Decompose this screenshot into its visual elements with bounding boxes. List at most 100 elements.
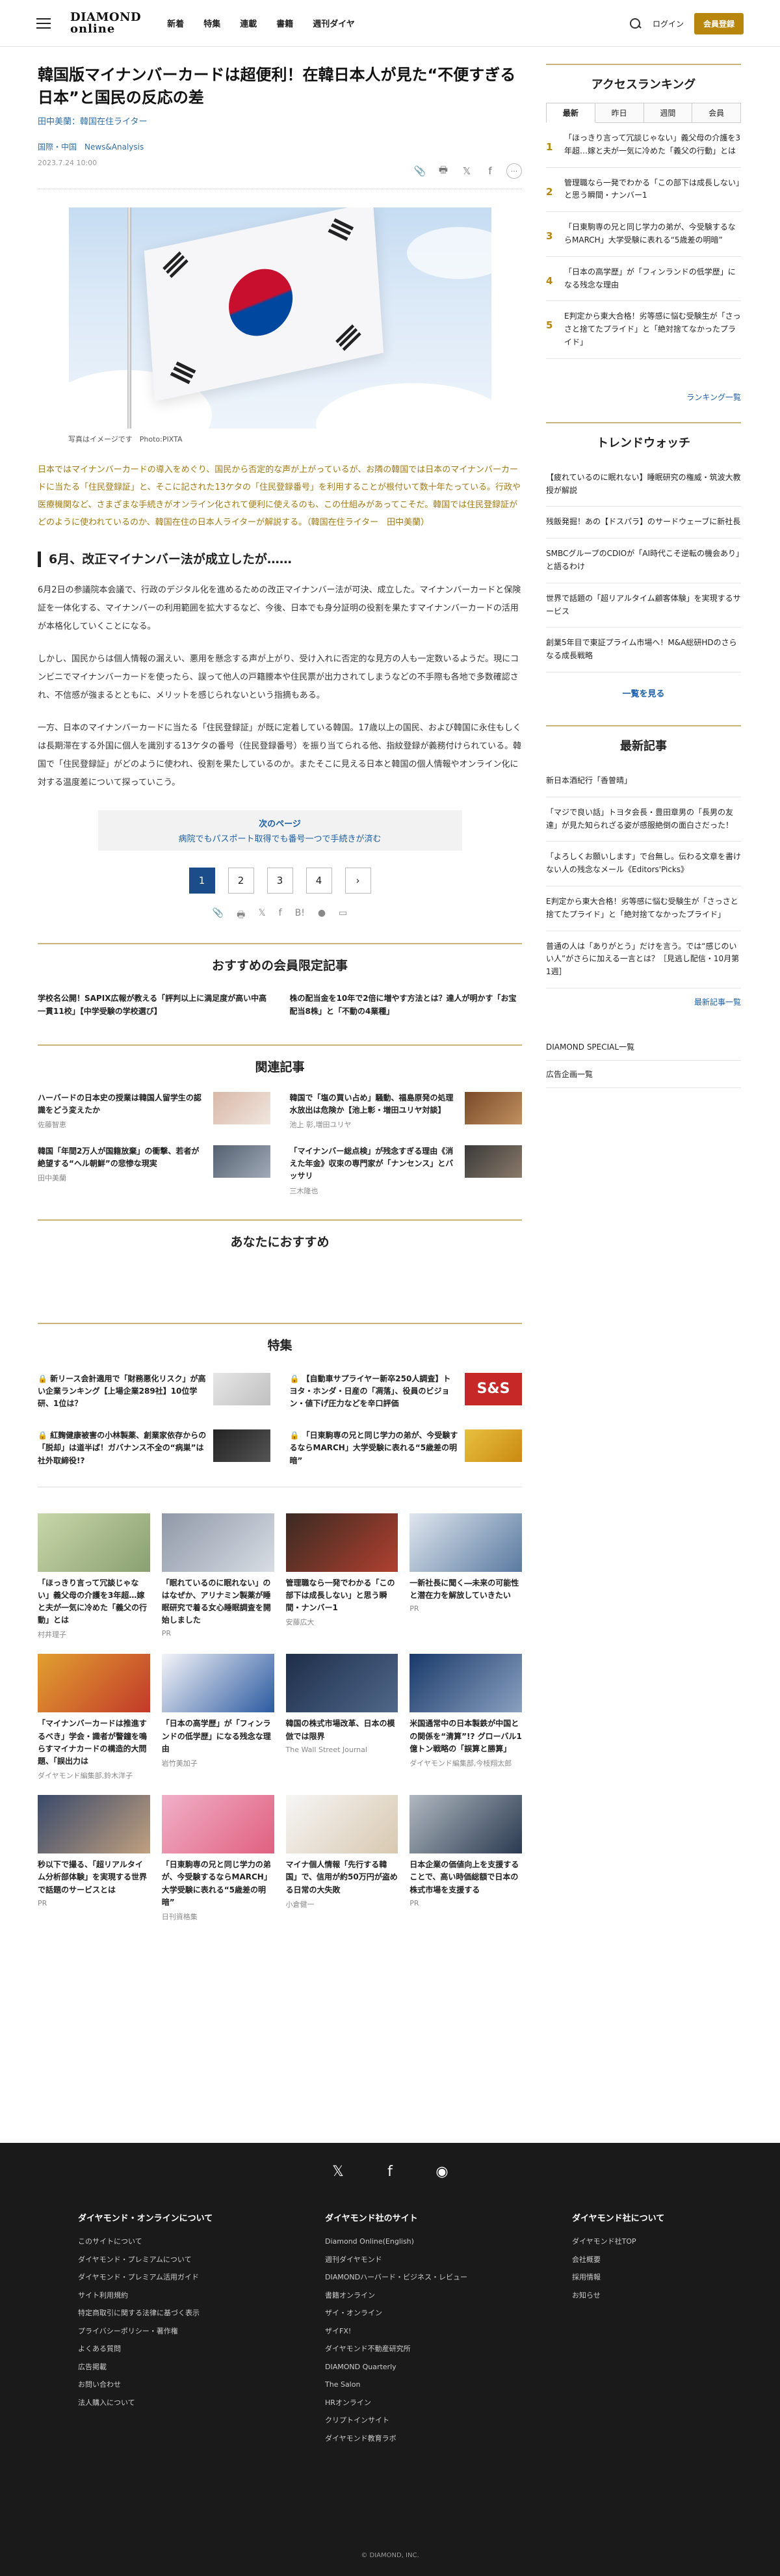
x-icon[interactable]: 𝕏 bbox=[460, 165, 474, 177]
print-icon[interactable]: 🖶 bbox=[436, 163, 450, 179]
bookmark-icon[interactable]: ▭ bbox=[339, 908, 347, 923]
list-item[interactable]: 株の配当金を10年で2倍に増やす方法とは？達人が明かす「お宝配当8株」と「不動の… bbox=[290, 992, 523, 1018]
list-item[interactable]: 🔒 【自動車サプライヤー新卒250人調査】トヨタ・ホンダ・日産の「凋落」、役員の… bbox=[290, 1372, 522, 1411]
card[interactable]: 米国通常中の日本製鉄が中国との関係を“清算”!? グローバル1億トン戦略の「誤算… bbox=[410, 1654, 522, 1781]
author-link[interactable]: 田中美蘭：韓国在住ライター bbox=[38, 114, 522, 127]
list-item[interactable]: 韓国「年間2万人が国籍放棄」の衝撃、若者が絶望する“ヘル朝鮮”の悲惨な現実 田中美… bbox=[38, 1145, 270, 1196]
footer-link[interactable]: ザイ・オンライン bbox=[325, 2304, 481, 2322]
ranking-list-link[interactable]: ランキング一覧 bbox=[546, 392, 741, 403]
nav-feature[interactable]: 特集 bbox=[203, 17, 220, 29]
ranking-item[interactable]: 3 「日東駒専の兄と同じ学力の弟が、今受験するならMARCH」大学受験に表れる“5… bbox=[546, 212, 741, 257]
next-page-link[interactable]: 次のページ 病院でもパスポート取得でも番号一つで手続きが済む bbox=[98, 810, 462, 851]
page-4[interactable]: 4 bbox=[306, 867, 332, 894]
footer-link[interactable]: ダイヤモンド社TOP bbox=[572, 2233, 702, 2251]
ad-plan-link[interactable]: 広告企画一覧 bbox=[546, 1061, 741, 1088]
card[interactable]: 「ほっきり言って冗談じゃない」義父母の介護を3年超…嫁と夫が一気に冷めた「義父の… bbox=[38, 1513, 150, 1640]
category-link[interactable]: 国際・中国 News&Analysis bbox=[38, 141, 522, 152]
card[interactable]: マイナ個人情報「先行する韓国」で、信用が約50万円が盗める日常の大失敗 小倉健一 bbox=[285, 1795, 398, 1922]
new-article-item[interactable]: 「よろしくお願いします」で台無し。伝わる文章を書けない人の残念なメール《Edit… bbox=[546, 842, 741, 886]
footer-link[interactable]: Diamond Online(English) bbox=[325, 2233, 481, 2251]
list-item[interactable]: 学校名公開！SAPIX広報が教える「評判以上に満足度が高い中高一貫11校」【中学… bbox=[38, 992, 270, 1018]
list-item[interactable]: 🔒 新リース会計適用で「財務悪化リスク」が高い企業ランキング【上場企業289社】… bbox=[38, 1372, 270, 1411]
page-3[interactable]: 3 bbox=[266, 867, 293, 894]
member-register-button[interactable]: 会員登録 bbox=[694, 13, 744, 34]
diamond-special-link[interactable]: DIAMOND SPECIAL一覧 bbox=[546, 1033, 741, 1061]
list-item[interactable]: 🔒 紅麹健康被害の小林製薬、創業家依存からの「脱却」は道半ば！ガバナンス不全の“… bbox=[38, 1429, 270, 1467]
nav-books[interactable]: 書籍 bbox=[276, 17, 293, 29]
card[interactable]: 一新社長に聞く―未来の可能性と潜在力を解放していきたい PR bbox=[410, 1513, 522, 1640]
search-icon[interactable] bbox=[629, 18, 642, 31]
footer-link[interactable]: DIAMONDハーバード・ビジネス・レビュー bbox=[325, 2268, 481, 2287]
page-1[interactable]: 1 bbox=[188, 867, 215, 894]
site-logo[interactable]: DIAMOND online bbox=[70, 11, 141, 35]
trend-item[interactable]: 【疲れているのに眠れない】睡眠研究の権威・筑波大教授が解説 bbox=[546, 462, 741, 507]
footer-link[interactable]: ダイヤモンド・プレミアム活用ガイド bbox=[78, 2268, 234, 2287]
footer-link[interactable]: ダイヤモンド・プレミアムについて bbox=[78, 2251, 234, 2269]
list-item[interactable]: ハーバードの日本史の授業は韓国人留学生の認識をどう変えたか 佐藤智恵 bbox=[38, 1091, 270, 1130]
nav-series[interactable]: 連載 bbox=[240, 17, 257, 29]
footer-link[interactable]: 法人購入について bbox=[78, 2394, 234, 2412]
footer-link[interactable]: よくある質問 bbox=[78, 2340, 234, 2358]
menu-icon[interactable] bbox=[36, 18, 51, 29]
footer-link[interactable]: 週刊ダイヤモンド bbox=[325, 2251, 481, 2269]
footer-link[interactable]: ダイヤモンド教育ラボ bbox=[325, 2430, 481, 2448]
footer-link[interactable]: プライバシーポリシー・著作権 bbox=[78, 2322, 234, 2341]
footer-link[interactable]: 特定商取引に関する法律に基づく表示 bbox=[78, 2304, 234, 2322]
x-icon[interactable]: 𝕏 bbox=[330, 2164, 346, 2180]
card[interactable]: 「マイナンバーカードは推進するべき」学会・識者が警鐘を鳴らすマイナカードの構造的… bbox=[38, 1654, 150, 1781]
hatena-icon[interactable]: B! bbox=[295, 908, 305, 923]
card[interactable]: 「日本の高学歴」が「フィンランドの低学歴」になる残念な理由 岩竹美加子 bbox=[161, 1654, 274, 1781]
nav-weekly[interactable]: 週刊ダイヤ bbox=[313, 17, 355, 29]
facebook-icon[interactable]: f bbox=[382, 2164, 398, 2180]
tab-weekly[interactable]: 週間 bbox=[644, 103, 693, 123]
trend-item[interactable]: 世界で話題の「超リアルタイム顧客体験」を実現するサービス bbox=[546, 583, 741, 628]
tab-yesterday[interactable]: 昨日 bbox=[595, 103, 644, 123]
new-article-item[interactable]: 新日本酒紀行「香曽晴」 bbox=[546, 765, 741, 797]
list-item[interactable]: 🔒 「日東駒専の兄と同じ学力の弟が、今受験するならMARCH」大学受験に表れる“… bbox=[290, 1429, 522, 1467]
footer-link[interactable]: ダイヤモンド不動産研究所 bbox=[325, 2340, 481, 2358]
footer-link[interactable]: The Salon bbox=[325, 2376, 481, 2394]
nav-new[interactable]: 新着 bbox=[167, 17, 184, 29]
card[interactable]: 日本企業の価値向上を支援することで、高い時価総額で日本の株式市場を支援する PR bbox=[410, 1795, 522, 1922]
ranking-item[interactable]: 4 「日本の高学歴」が「フィンランドの低学歴」になる残念な理由 bbox=[546, 257, 741, 302]
page-2[interactable]: 2 bbox=[228, 867, 254, 894]
new-articles-list-link[interactable]: 最新記事一覧 bbox=[546, 996, 741, 1007]
print-icon[interactable]: 🖶 bbox=[237, 908, 245, 923]
footer-link[interactable]: ザイFX! bbox=[325, 2322, 481, 2341]
facebook-icon[interactable]: f bbox=[483, 165, 497, 177]
card[interactable]: 韓国の株式市場改革、日本の模倣では限界 The Wall Street Journ… bbox=[285, 1654, 398, 1781]
trend-more-link[interactable]: 一覧を見る bbox=[546, 687, 741, 699]
new-article-item[interactable]: E判定から東大合格！劣等感に悩む受験生が「さっさと捨てたプライド」と「絶対捨てな… bbox=[546, 886, 741, 931]
card[interactable]: 「日東駒専の兄と同じ学力の弟が、今受験するならMARCH」大学受験に表れる“5歳… bbox=[161, 1795, 274, 1922]
trend-item[interactable]: 残飯発掘！あの【ドスパラ】のサードウェーブに新社長 bbox=[546, 507, 741, 539]
footer-link[interactable]: このサイトについて bbox=[78, 2233, 234, 2251]
x-icon[interactable]: 𝕏 bbox=[258, 908, 265, 923]
trend-item[interactable]: 創業5年目で東証プライム市場へ！M&A総研HDのさらなる成長戦略 bbox=[546, 628, 741, 672]
list-item[interactable]: 「マイナンバー総点検」が残念すぎる理由《消えた年金》収束の専門家が「ナンセンス」… bbox=[290, 1145, 522, 1196]
clip-icon[interactable]: 📎 bbox=[413, 165, 427, 177]
card[interactable]: 管理職なら一発でわかる「この部下は成長しない」と思う瞬間・ナンバー1 安藤広大 bbox=[285, 1513, 398, 1640]
footer-link[interactable]: 会社概要 bbox=[572, 2251, 702, 2269]
line-icon[interactable]: ● bbox=[318, 908, 326, 923]
trend-item[interactable]: SMBCグループのCDIOが「AI時代こそ逆転の機会あり」と語るわけ bbox=[546, 538, 741, 583]
more-icon[interactable]: ··· bbox=[506, 163, 522, 179]
footer-link[interactable]: お知らせ bbox=[572, 2287, 702, 2305]
footer-link[interactable]: お問い合わせ bbox=[78, 2376, 234, 2394]
new-article-item[interactable]: 「マジで良い話」トヨタ会長・豊田章男の「長男の友達」が見た知られざる姿が感服絶倒… bbox=[546, 797, 741, 842]
clip-icon[interactable]: 📎 bbox=[213, 908, 224, 923]
next-page-icon[interactable]: › bbox=[344, 867, 371, 894]
footer-link[interactable]: クリプトインサイト bbox=[325, 2411, 481, 2430]
new-article-item[interactable]: 普通の人は「ありがとう」だけを言う。では“感じのいい人”がさらに加える一言とは？… bbox=[546, 931, 741, 989]
list-item[interactable]: 韓国で「塩の買い占め」騒動、福島原発の処理水放出は危険か【池上彰・増田ユリヤ対談… bbox=[290, 1091, 522, 1130]
ranking-item[interactable]: 2 管理職なら一発でわかる「この部下は成長しない」と思う瞬間・ナンバー1 bbox=[546, 168, 741, 213]
rss-icon[interactable]: ◉ bbox=[434, 2164, 450, 2180]
login-link[interactable]: ログイン bbox=[653, 18, 684, 29]
footer-link[interactable]: 採用情報 bbox=[572, 2268, 702, 2287]
tab-member[interactable]: 会員 bbox=[692, 103, 741, 123]
footer-link[interactable]: 書籍オンライン bbox=[325, 2287, 481, 2305]
ranking-item[interactable]: 1 「ほっきり言って冗談じゃない」義父母の介護を3年超…嫁と夫が一気に冷めた「義父… bbox=[546, 123, 741, 168]
card[interactable]: 「眠れているのに眠れない」のはなぜか、アリナミン製薬が睡眠研究で着る女心睡眠調査… bbox=[161, 1513, 274, 1640]
footer-link[interactable]: HRオンライン bbox=[325, 2394, 481, 2412]
footer-link[interactable]: DIAMOND Quarterly bbox=[325, 2358, 481, 2376]
ranking-item[interactable]: 5 E判定から東大合格！劣等感に悩む受験生が「さっさと捨てたプライド」と「絶対捨て… bbox=[546, 301, 741, 359]
